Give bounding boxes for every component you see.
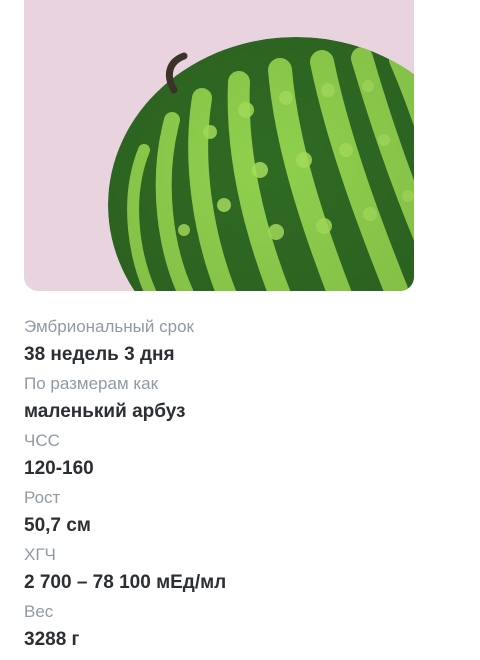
detail-label: По размерам как: [24, 374, 159, 393]
pregnancy-details: Эмбриональный срок 38 недель 3 дня По ра…: [24, 312, 464, 654]
detail-heart-rate: ЧСС 120-160: [24, 426, 464, 483]
detail-label: ХГЧ: [24, 545, 56, 564]
detail-value: 2 700 – 78 100 мЕд/мл: [24, 572, 227, 593]
detail-label: Эмбриональный срок: [24, 317, 194, 336]
watermelon-illustration: [108, 37, 414, 291]
detail-label: ЧСС: [24, 431, 60, 450]
detail-label: Рост: [24, 488, 61, 507]
page: Эмбриональный срок 38 недель 3 дня По ра…: [0, 0, 480, 660]
watermelon-image: [24, 0, 414, 291]
detail-size-comparison: По размерам как маленький арбуз: [24, 369, 464, 426]
detail-value: 38 недель 3 дня: [24, 344, 175, 365]
detail-value: маленький арбуз: [24, 401, 186, 422]
detail-height: Рост 50,7 см: [24, 483, 464, 540]
detail-label: Вес: [24, 602, 54, 621]
detail-embryonic-term: Эмбриональный срок 38 недель 3 дня: [24, 312, 464, 369]
detail-weight: Вес 3288 г: [24, 597, 464, 654]
detail-hcg: ХГЧ 2 700 – 78 100 мЕд/мл: [24, 540, 464, 597]
detail-value: 3288 г: [24, 629, 80, 650]
detail-value: 120-160: [24, 458, 94, 479]
watermelon-body: [108, 37, 414, 291]
detail-value: 50,7 см: [24, 515, 91, 536]
